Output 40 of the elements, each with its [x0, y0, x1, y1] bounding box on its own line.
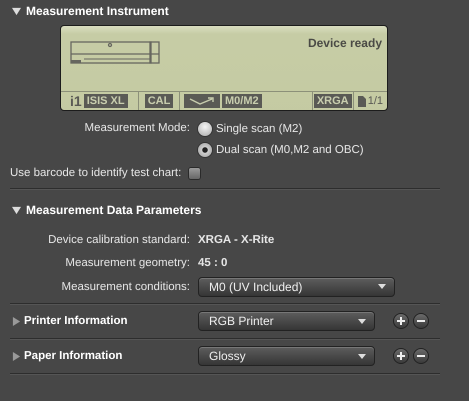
- section-title: Measurement Data Parameters: [26, 203, 202, 217]
- page-icon: [358, 96, 366, 106]
- disclosure-triangle-icon[interactable]: [12, 6, 21, 16]
- measurement-mode-indicator: M0/M2: [222, 94, 262, 108]
- add-button[interactable]: [393, 348, 409, 364]
- plus-icon: [396, 316, 406, 326]
- caret-icon: [378, 284, 386, 290]
- lcd-indicator: CAL: [144, 94, 174, 108]
- lcd-indicator: XRGA: [314, 94, 352, 108]
- dropdown[interactable]: Glossy: [198, 346, 375, 366]
- logo-mark: i1: [70, 94, 82, 108]
- device-model: ISIS XL: [84, 94, 128, 108]
- radio-button[interactable]: [198, 143, 212, 157]
- dropdown[interactable]: M0 (UV Included): [198, 276, 395, 297]
- page-count: 1/1: [368, 95, 383, 107]
- checkbox-label: Use barcode to identify test chart:: [10, 167, 182, 179]
- caret-icon: [358, 354, 366, 358]
- section-title: Printer Information: [24, 315, 129, 327]
- disclosure-triangle-icon[interactable]: [12, 206, 21, 214]
- dropdown[interactable]: RGB Printer: [198, 311, 375, 331]
- parameter-label: Device calibration standard:: [47, 234, 190, 246]
- radio-button[interactable]: [198, 122, 212, 136]
- mode-label: Measurement Mode:: [84, 121, 190, 134]
- section-title: Paper Information: [24, 350, 124, 362]
- plus-icon: [396, 351, 406, 361]
- checkbox[interactable]: [189, 168, 200, 178]
- radio-label: Single scan (M2): [216, 123, 302, 135]
- remove-button[interactable]: [413, 313, 429, 329]
- section-title: Measurement Instrument: [26, 4, 169, 18]
- parameter-label: Measurement conditions:: [60, 280, 190, 293]
- disclosure-triangle-icon[interactable]: [12, 316, 21, 326]
- radio-label: Dual scan (M0,M2 and OBC): [216, 144, 364, 156]
- caret-icon: [358, 318, 366, 324]
- disclosure-triangle-icon[interactable]: [12, 352, 21, 360]
- parameter-value: 45 : 0: [198, 257, 228, 270]
- device-status: Device ready: [308, 36, 382, 52]
- remove-button[interactable]: [413, 348, 429, 364]
- add-button[interactable]: [393, 313, 409, 329]
- parameter-value: XRGA - X-Rite: [198, 234, 274, 246]
- parameter-label: Measurement geometry:: [64, 257, 190, 270]
